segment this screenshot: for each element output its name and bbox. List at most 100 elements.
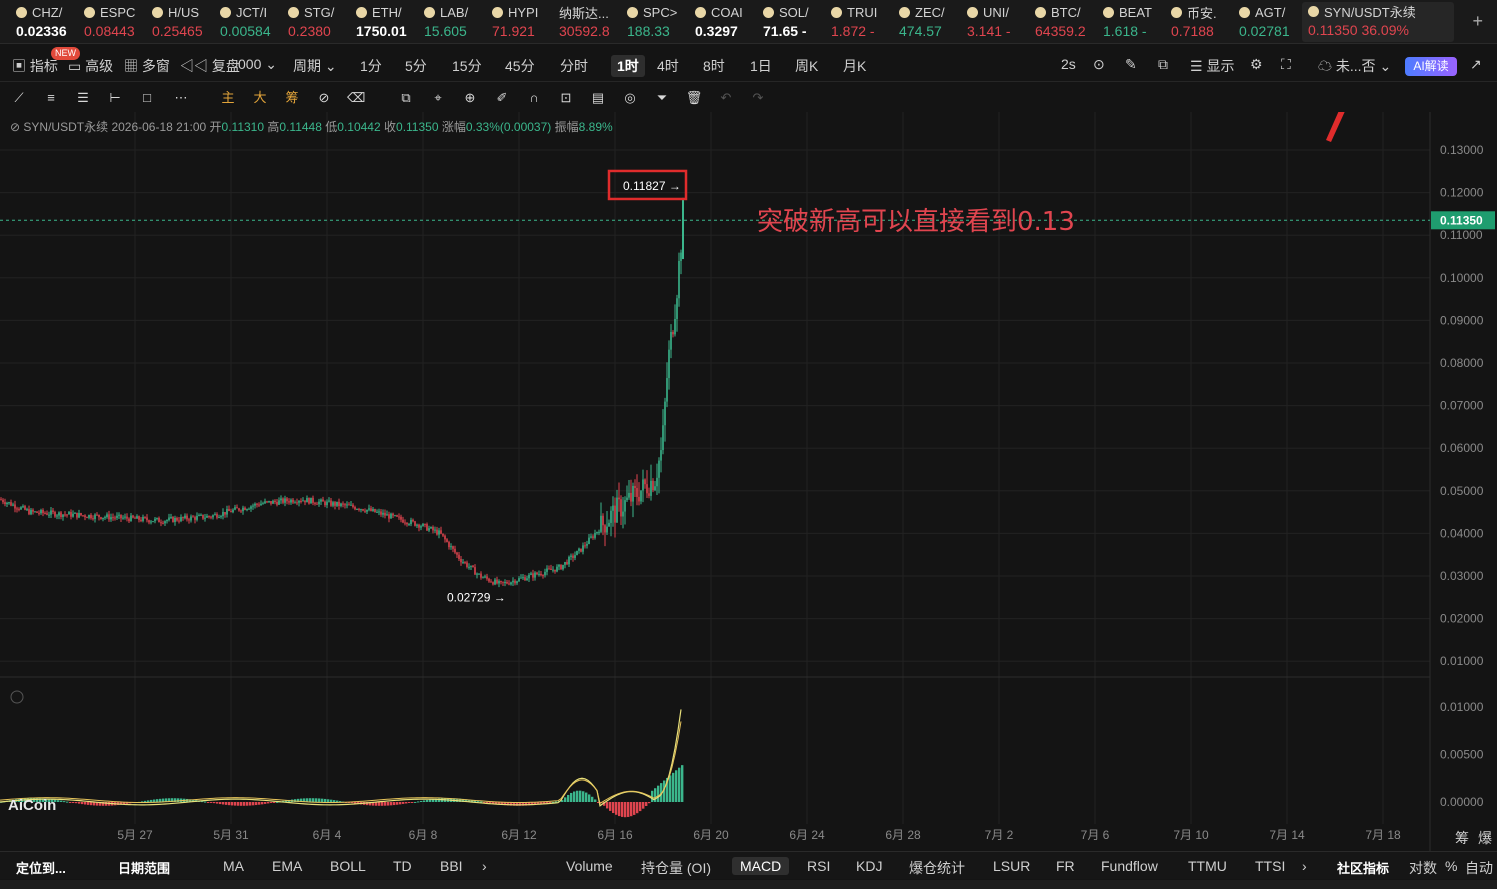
ticker-item[interactable]: CHZ/0.02336 <box>16 3 80 41</box>
settings-icon[interactable]: ⚙ <box>1250 56 1263 73</box>
ruler-icon[interactable]: ⌖ <box>429 90 447 106</box>
sub-indicator-tab[interactable]: TTSI <box>1255 858 1285 874</box>
coin-icon <box>84 6 95 18</box>
ticker-item[interactable]: TRUI 1.872 - <box>831 3 895 41</box>
fullscreen-icon[interactable]: ⛶ <box>1281 56 1291 73</box>
period-tab[interactable]: 8时 <box>703 56 725 76</box>
indicator-button[interactable]: ▣ 指标 <box>12 56 58 76</box>
horizontal-ray-icon[interactable]: ⊢ <box>106 90 124 106</box>
period-tab[interactable]: 1日 <box>750 56 772 76</box>
ticker-item[interactable]: LAB/15.605 <box>424 3 488 41</box>
template-icon[interactable]: ▤ <box>589 90 607 106</box>
sub-indicator-tab[interactable]: Fundflow <box>1101 858 1158 874</box>
brush-icon[interactable]: ✐ <box>493 90 511 106</box>
main-indicator-tab[interactable]: TD <box>393 858 412 874</box>
ticker-item[interactable]: BEAT 1.618 - <box>1103 3 1167 41</box>
chevron-right-icon[interactable]: › <box>1302 858 1307 874</box>
filter-icon[interactable]: ⏷ <box>653 90 671 106</box>
locate-button[interactable]: 定位到... <box>16 858 66 877</box>
sub-indicator-tab[interactable]: KDJ <box>856 858 882 874</box>
trendline-icon[interactable]: ⟋ <box>10 90 28 106</box>
magic-icon[interactable]: ⊘ <box>315 90 333 106</box>
main-indicator-tab[interactable]: MA <box>223 858 244 874</box>
sub-indicator-tab[interactable]: 爆仓统计 <box>909 858 965 878</box>
ticker-item[interactable]: H/US 0.25465 <box>152 3 216 41</box>
collapse-pane-icon[interactable] <box>10 690 24 704</box>
period-tab[interactable]: 月K <box>843 56 866 76</box>
redo-icon[interactable]: ↷ <box>749 90 767 106</box>
account-dropdown[interactable]: ☁ 未...否 ⌄ <box>1318 56 1391 76</box>
period-dropdown[interactable]: 周期 ⌄ <box>293 56 337 76</box>
main-indicator-tab[interactable]: EMA <box>272 858 302 874</box>
main-indicator-tab[interactable]: BBI <box>440 858 463 874</box>
big-order-tool[interactable]: 大 <box>251 90 269 106</box>
sub-indicator-tab[interactable]: TTMU <box>1188 858 1227 874</box>
replay-button[interactable]: ◁◁ 复盘 <box>180 56 240 76</box>
main-indicator-tab[interactable]: BOLL <box>330 858 366 874</box>
share-icon[interactable]: ↗ <box>1470 56 1482 73</box>
period-tab[interactable]: 分时 <box>560 56 588 76</box>
horizontal-lines-icon[interactable]: ☰ <box>74 90 92 106</box>
period-tab[interactable]: 1时 <box>611 55 645 77</box>
period-tab[interactable]: 5分 <box>405 56 427 76</box>
period-tab[interactable]: 45分 <box>505 56 535 76</box>
undo-icon[interactable]: ↶ <box>717 90 735 106</box>
sub-indicator-tab[interactable]: FR <box>1056 858 1075 874</box>
ticker-item[interactable]: SPC> 188.33 <box>627 3 691 41</box>
chart-type-button[interactable]: 000 ⌄ <box>238 56 277 73</box>
period-tab[interactable]: 1分 <box>360 56 382 76</box>
ticker-item[interactable]: ETH/1750.01 <box>356 3 420 41</box>
popout-icon[interactable]: ⧉ <box>1158 56 1168 73</box>
main-force-tool[interactable]: 主 <box>219 90 237 106</box>
percent-scale-toggle[interactable]: % <box>1445 858 1457 874</box>
ticker-item[interactable]: AGT/0.02781 <box>1239 3 1303 41</box>
hide-eye-icon[interactable]: ⊘ <box>10 120 20 134</box>
sub-indicator-tab[interactable]: Volume <box>566 858 613 874</box>
liquidation-side-tab[interactable]: 爆 <box>1478 828 1492 848</box>
ticker-item[interactable]: JCT/I 0.00584 <box>220 3 284 41</box>
ticker-item[interactable]: BTC/64359.2 <box>1035 3 1099 41</box>
chips-tool[interactable]: 筹 <box>283 90 301 106</box>
zoom-icon[interactable]: ⊕ <box>461 90 479 106</box>
ticker-item[interactable]: HYPI 71.921 <box>492 3 556 41</box>
price-chart[interactable]: 0.14000 0.13000 0.12000 0.11000 0.10000 0.090… <box>0 112 1497 852</box>
ticker-item[interactable]: UNI/3.141 - <box>967 3 1031 41</box>
parallel-lines-icon[interactable]: ≡ <box>42 90 60 106</box>
ticker-item[interactable]: ZEC/474.57 <box>899 3 963 41</box>
display-button[interactable]: ☰ 显示 <box>1190 56 1234 76</box>
chips-side-tab[interactable]: 筹 <box>1455 828 1469 848</box>
refresh-interval[interactable]: 2s <box>1061 56 1076 72</box>
sub-indicator-tab[interactable]: LSUR <box>993 858 1030 874</box>
period-tab[interactable]: 15分 <box>452 56 482 76</box>
sub-indicator-tab[interactable]: RSI <box>807 858 830 874</box>
magnet-icon[interactable]: ∩ <box>525 90 543 106</box>
dots-more-icon[interactable]: ⋯ <box>172 90 190 106</box>
multi-window-button[interactable]: ▦ 多窗 <box>124 56 170 76</box>
log-scale-toggle[interactable]: 对数 <box>1409 858 1437 878</box>
date-range-dropdown[interactable]: 日期范围 <box>118 858 170 877</box>
lock-icon[interactable]: ⊡ <box>557 90 575 106</box>
ticker-item[interactable]: 币安. 0.7188 <box>1171 3 1235 41</box>
ticker-item[interactable]: ESPC 0.08443 <box>84 3 148 41</box>
ai-interpret-button[interactable]: AI解读 <box>1405 57 1457 76</box>
ticker-item[interactable]: SOL/71.65 - <box>763 3 827 41</box>
camera-icon[interactable]: ⊙ <box>1093 56 1105 73</box>
sub-indicator-tab[interactable]: 持仓量 (OI) <box>641 858 711 878</box>
rectangle-icon[interactable]: □ <box>138 90 156 106</box>
trash-icon[interactable]: 🗑 <box>685 90 703 106</box>
hide-icon[interactable]: ◎ <box>621 90 639 106</box>
ticker-item-active[interactable]: SYN/USDT永续 0.11350 36.09% <box>1302 2 1454 42</box>
ticker-item[interactable]: COAI 0.3297 <box>695 3 759 41</box>
ticker-item[interactable]: STG/0.2380 <box>288 3 352 41</box>
period-tab[interactable]: 4时 <box>657 56 679 76</box>
auto-scale-toggle[interactable]: 自动 <box>1465 858 1493 878</box>
pencil-icon[interactable]: ✎ <box>1125 56 1137 73</box>
ticker-item[interactable]: 纳斯达... 30592.8 <box>559 3 623 41</box>
community-indicators-button[interactable]: 社区指标 <box>1337 858 1389 877</box>
sub-indicator-tab[interactable]: MACD <box>732 857 790 875</box>
period-tab[interactable]: 周K <box>795 56 818 76</box>
eraser-icon[interactable]: ⌫ <box>347 90 365 106</box>
chevron-right-icon[interactable]: › <box>482 858 487 874</box>
add-ticker-button[interactable]: + <box>1472 11 1483 32</box>
copy-icon[interactable]: ⧉ <box>397 90 415 106</box>
